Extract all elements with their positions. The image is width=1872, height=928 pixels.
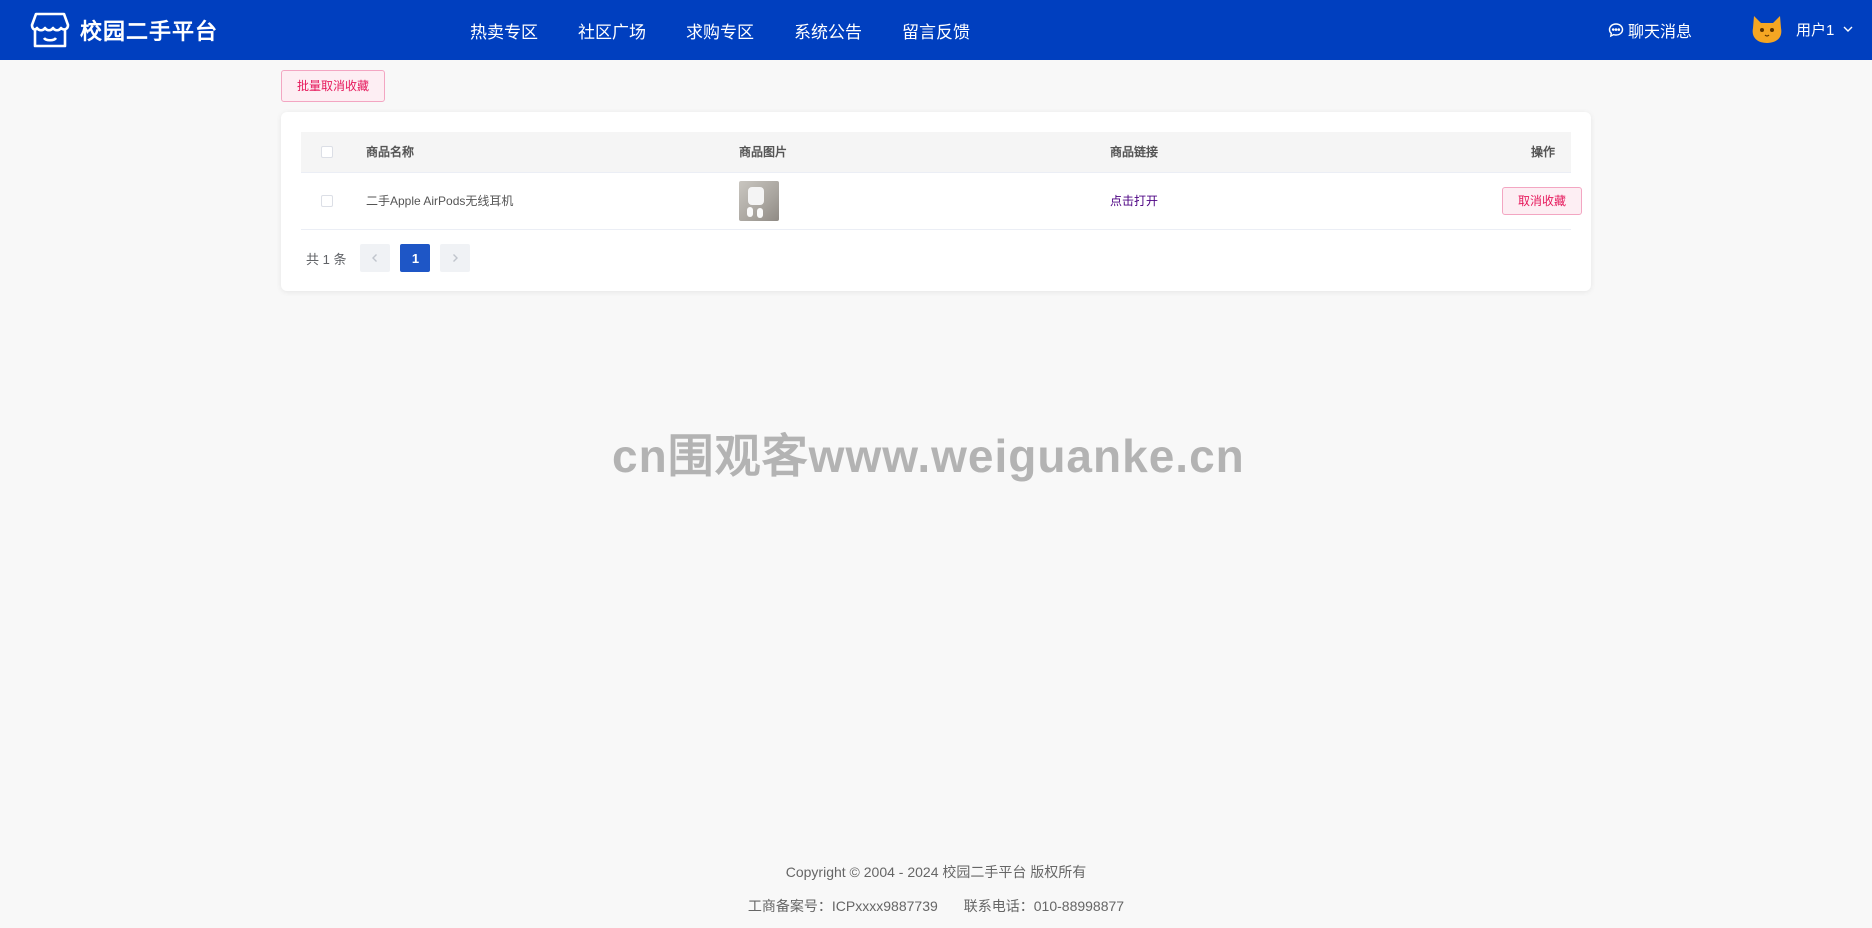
product-name: 二手Apple AirPods无线耳机 [366, 194, 514, 208]
chat-messages-link[interactable]: 聊天消息 [1608, 0, 1692, 60]
footer-copyright: Copyright © 2004 - 2024 校园二手平台 版权所有 [785, 864, 1087, 880]
user-menu[interactable]: 用户1 [1750, 14, 1854, 44]
table-header: 商品名称 商品图片 商品链接 操作 [301, 132, 1571, 173]
pagination: 共 1 条 1 [306, 244, 471, 272]
column-product-image: 商品图片 [739, 145, 788, 159]
nav-announcements[interactable]: 系统公告 [794, 18, 862, 43]
column-product-name: 商品名称 [366, 145, 415, 159]
footer-phone: 联系电话：010-88998877 [963, 898, 1125, 914]
store-icon [30, 12, 70, 48]
top-header: 校园二手平台 热卖专区 社区广场 求购专区 系统公告 留言反馈 聊天消息 用户1 [0, 0, 1872, 60]
cat-avatar-icon [1752, 16, 1782, 43]
nav-wanted[interactable]: 求购专区 [686, 18, 754, 43]
prev-page-button[interactable] [360, 244, 391, 272]
footer-icp: 工商备案号：ICPxxxx9887739 [747, 898, 938, 914]
watermark-text: cn围观客www.weiguanke.cn [612, 430, 1245, 482]
next-page-button[interactable] [440, 244, 471, 272]
user-name: 用户1 [1796, 21, 1835, 39]
nav-feedback[interactable]: 留言反馈 [902, 18, 970, 43]
table-row: 二手Apple AirPods无线耳机 点击打开 取消收藏 [301, 173, 1582, 230]
favorites-table-card: 商品名称 商品图片 商品链接 操作 二手Apple AirPods无线耳机 点击… [281, 112, 1591, 291]
total-count: 共 1 条 [306, 251, 347, 267]
chevron-right-icon [453, 254, 459, 262]
site-title: 校园二手平台 [80, 19, 219, 44]
page-number-current[interactable]: 1 [400, 244, 431, 272]
product-open-link[interactable]: 点击打开 [1110, 173, 1158, 229]
column-actions: 操作 [1531, 145, 1556, 159]
site-logo[interactable]: 校园二手平台 [30, 11, 218, 49]
column-product-link: 商品链接 [1110, 145, 1159, 159]
batch-cancel-favorites-button[interactable]: 批量取消收藏 [281, 70, 385, 102]
row-checkbox[interactable] [321, 195, 333, 207]
chat-label: 聊天消息 [1628, 24, 1693, 41]
nav-hot-sale[interactable]: 热卖专区 [470, 18, 538, 43]
select-all-checkbox[interactable] [321, 146, 333, 158]
main-nav: 热卖专区 社区广场 求购专区 系统公告 留言反馈 [470, 0, 1010, 60]
page-footer: Copyright © 2004 - 2024 校园二手平台 版权所有 工商备案… [0, 862, 1872, 916]
chevron-down-icon [1843, 26, 1853, 32]
cancel-favorite-button[interactable]: 取消收藏 [1502, 187, 1582, 215]
nav-community[interactable]: 社区广场 [578, 18, 646, 43]
chevron-left-icon [372, 254, 378, 262]
product-thumbnail[interactable] [739, 181, 779, 221]
chat-bubble-icon [1608, 23, 1624, 38]
